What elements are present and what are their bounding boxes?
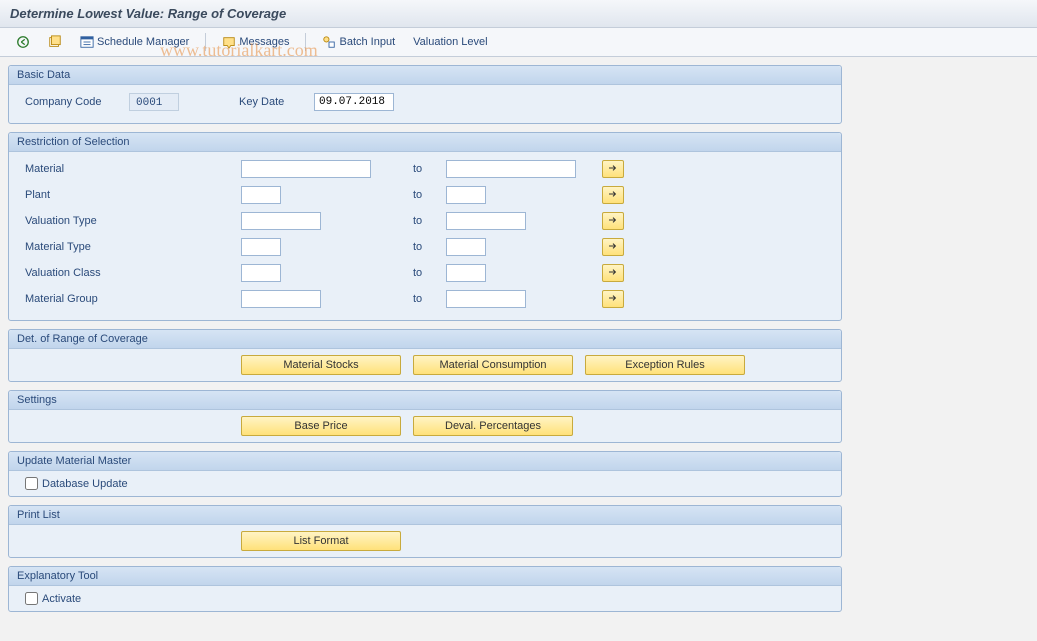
restriction-label: Material Type xyxy=(19,241,241,253)
material-to-input[interactable] xyxy=(446,160,576,178)
to-label: to xyxy=(411,215,446,227)
multiple-selection-button[interactable] xyxy=(602,160,624,178)
batch-input-button[interactable]: Batch Input xyxy=(316,32,401,52)
arrow-right-icon xyxy=(608,189,618,201)
material-group-to-input[interactable] xyxy=(446,290,526,308)
restriction-label: Material Group xyxy=(19,293,241,305)
to-label: to xyxy=(411,293,446,305)
valuation-level-label: Valuation Level xyxy=(413,36,487,48)
to-label: to xyxy=(411,189,446,201)
database-update-label: Database Update xyxy=(42,478,128,490)
restriction-label: Plant xyxy=(19,189,241,201)
page-title: Determine Lowest Value: Range of Coverag… xyxy=(0,0,1037,28)
restriction-row: Valuation Class to xyxy=(19,262,831,284)
basic-data-header: Basic Data xyxy=(9,66,841,85)
execute-button[interactable] xyxy=(10,32,36,52)
restriction-label: Valuation Class xyxy=(19,267,241,279)
settings-group: Settings Base Price Deval. Percentages xyxy=(8,390,842,443)
toolbar-separator xyxy=(205,33,206,51)
arrow-right-icon xyxy=(608,241,618,253)
list-format-button[interactable]: List Format xyxy=(241,531,401,551)
activate-label: Activate xyxy=(42,593,81,605)
arrow-right-icon xyxy=(608,293,618,305)
restriction-row: Material Group to xyxy=(19,288,831,310)
basic-data-group: Basic Data Company Code 0001 Key Date xyxy=(8,65,842,124)
calendar-icon xyxy=(80,35,94,49)
material-stocks-button[interactable]: Material Stocks xyxy=(241,355,401,375)
restriction-group: Restriction of Selection MaterialtoPlant… xyxy=(8,132,842,321)
arrow-right-icon xyxy=(608,267,618,279)
plant-from-input[interactable] xyxy=(241,186,281,204)
multiple-selection-button[interactable] xyxy=(602,212,624,230)
messages-label: Messages xyxy=(239,36,289,48)
valuation-level-button[interactable]: Valuation Level xyxy=(407,33,493,51)
activate-checkbox[interactable] xyxy=(25,592,38,605)
valuation-type-from-input[interactable] xyxy=(241,212,321,230)
material-group-from-input[interactable] xyxy=(241,290,321,308)
toolbar-separator xyxy=(305,33,306,51)
execute-icon xyxy=(16,35,30,49)
settings-header: Settings xyxy=(9,391,841,410)
key-date-field[interactable] xyxy=(314,93,394,111)
material-type-from-input[interactable] xyxy=(241,238,281,256)
key-date-label: Key Date xyxy=(239,96,314,108)
to-label: to xyxy=(411,267,446,279)
range-coverage-header: Det. of Range of Coverage xyxy=(9,330,841,349)
restriction-row: Material Type to xyxy=(19,236,831,258)
main-content: Basic Data Company Code 0001 Key Date Re… xyxy=(0,57,850,628)
application-toolbar: Schedule Manager Messages Batch Input Va… xyxy=(0,28,1037,57)
update-master-group: Update Material Master Database Update xyxy=(8,451,842,497)
variant-icon xyxy=(48,35,62,49)
restriction-row: Material to xyxy=(19,158,831,180)
print-list-group: Print List List Format xyxy=(8,505,842,558)
range-coverage-group: Det. of Range of Coverage Material Stock… xyxy=(8,329,842,382)
messages-icon xyxy=(222,35,236,49)
company-code-field[interactable]: 0001 xyxy=(129,93,179,111)
multiple-selection-button[interactable] xyxy=(602,238,624,256)
multiple-selection-button[interactable] xyxy=(602,290,624,308)
restriction-label: Valuation Type xyxy=(19,215,241,227)
plant-to-input[interactable] xyxy=(446,186,486,204)
arrow-right-icon xyxy=(608,215,618,227)
restriction-row: Plant to xyxy=(19,184,831,206)
arrow-right-icon xyxy=(608,163,618,175)
database-update-checkbox[interactable] xyxy=(25,477,38,490)
company-code-label: Company Code xyxy=(19,96,129,108)
messages-button[interactable]: Messages xyxy=(216,32,295,52)
restriction-header: Restriction of Selection xyxy=(9,133,841,152)
multiple-selection-button[interactable] xyxy=(602,186,624,204)
print-list-header: Print List xyxy=(9,506,841,525)
explanatory-header: Explanatory Tool xyxy=(9,567,841,586)
valuation-class-from-input[interactable] xyxy=(241,264,281,282)
restriction-label: Material xyxy=(19,163,241,175)
deval-percentages-button[interactable]: Deval. Percentages xyxy=(413,416,573,436)
explanatory-group: Explanatory Tool Activate xyxy=(8,566,842,612)
schedule-manager-label: Schedule Manager xyxy=(97,36,189,48)
base-price-button[interactable]: Base Price xyxy=(241,416,401,436)
exception-rules-button[interactable]: Exception Rules xyxy=(585,355,745,375)
restriction-row: Valuation Type to xyxy=(19,210,831,232)
material-from-input[interactable] xyxy=(241,160,371,178)
multiple-selection-button[interactable] xyxy=(602,264,624,282)
batch-input-icon xyxy=(322,35,336,49)
valuation-type-to-input[interactable] xyxy=(446,212,526,230)
variant-button[interactable] xyxy=(42,32,68,52)
batch-input-label: Batch Input xyxy=(339,36,395,48)
to-label: to xyxy=(411,163,446,175)
update-master-header: Update Material Master xyxy=(9,452,841,471)
to-label: to xyxy=(411,241,446,253)
material-type-to-input[interactable] xyxy=(446,238,486,256)
valuation-class-to-input[interactable] xyxy=(446,264,486,282)
material-consumption-button[interactable]: Material Consumption xyxy=(413,355,573,375)
schedule-manager-button[interactable]: Schedule Manager xyxy=(74,32,195,52)
